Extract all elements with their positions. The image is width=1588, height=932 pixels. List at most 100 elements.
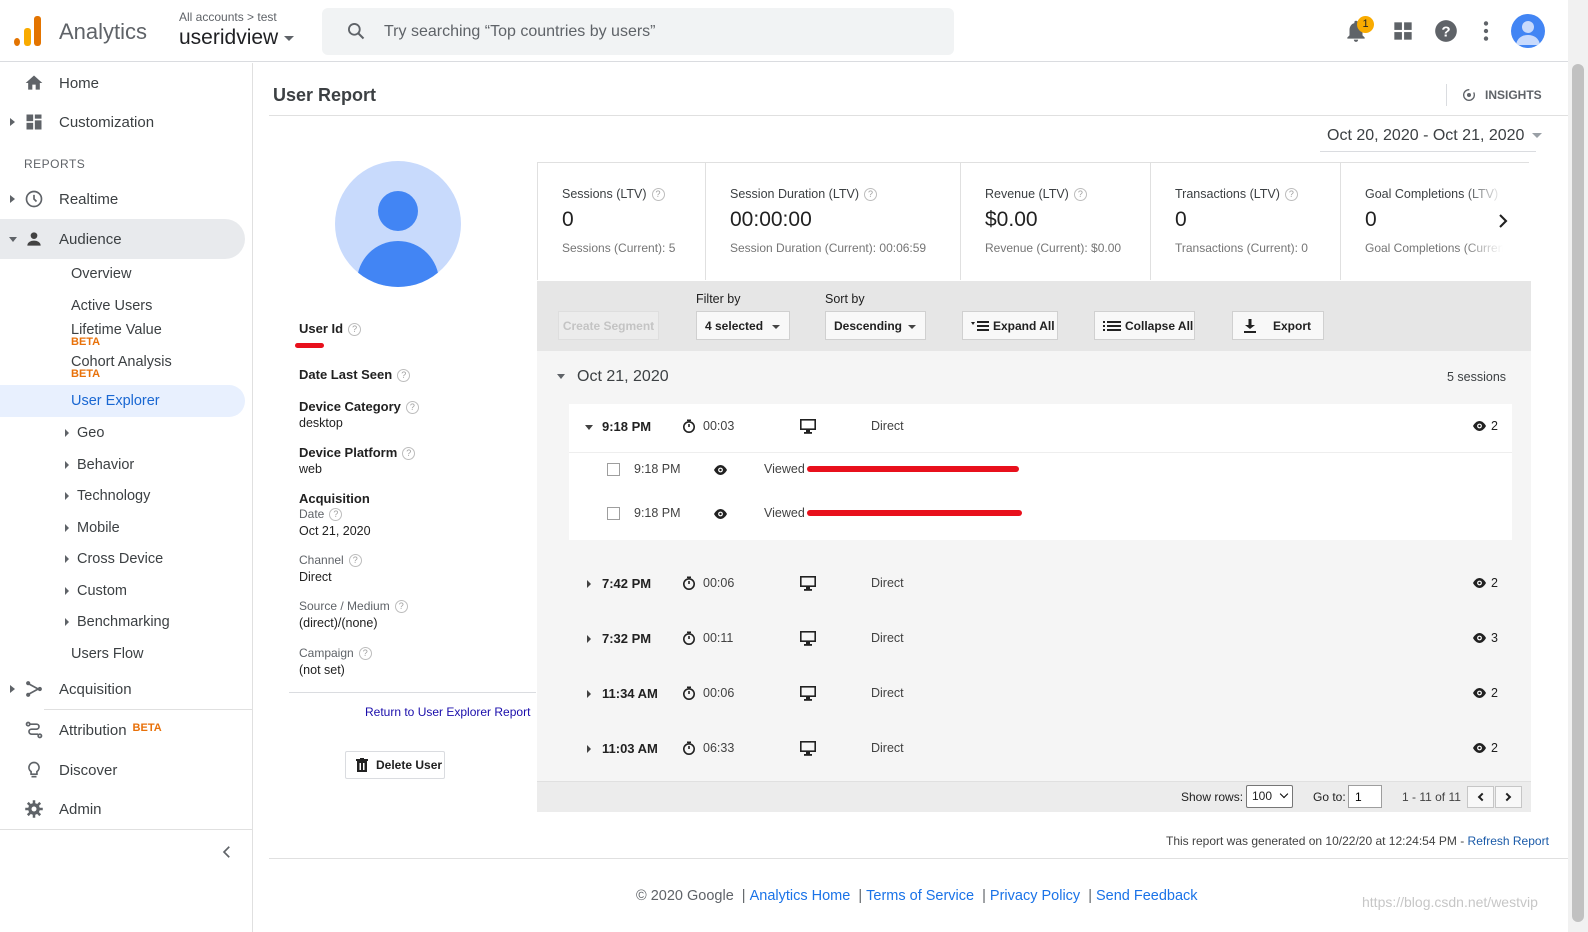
eye-icon bbox=[1473, 688, 1486, 698]
show-rows-select[interactable]: 100 bbox=[1246, 785, 1293, 808]
sidebar-item-realtime[interactable]: Realtime bbox=[0, 179, 245, 219]
search-input[interactable] bbox=[384, 8, 944, 55]
collapse-sidebar-chevron-icon[interactable] bbox=[218, 843, 236, 861]
help-question-icon[interactable]: ? bbox=[864, 188, 877, 202]
export-button[interactable]: Export bbox=[1232, 311, 1324, 340]
account-breadcrumb[interactable]: All accounts > test bbox=[179, 10, 277, 24]
analytics-home-link[interactable]: Analytics Home bbox=[750, 888, 851, 904]
sidebar-item-mobile[interactable]: Mobile bbox=[0, 520, 245, 544]
page-range-info: 1 - 11 of 11 bbox=[1402, 790, 1461, 804]
crumb-all-accounts[interactable]: All accounts bbox=[179, 10, 244, 24]
sidebar-item-lifetime-value[interactable]: Lifetime Value BETA bbox=[0, 322, 245, 352]
help-question-icon[interactable]: ? bbox=[397, 369, 411, 383]
sidebar-item-label: Geo bbox=[77, 425, 105, 441]
next-page-button[interactable] bbox=[1495, 786, 1522, 808]
eye-icon bbox=[1473, 421, 1486, 431]
sidebar-item-benchmarking[interactable]: Benchmarking bbox=[0, 614, 245, 638]
acquisition-date-value: Oct 21, 2020 bbox=[299, 524, 371, 538]
session-channel: Direct bbox=[871, 631, 904, 645]
page-scrollbar[interactable] bbox=[1568, 0, 1588, 932]
sidebar-item-user-explorer[interactable]: User Explorer bbox=[0, 385, 245, 417]
sidebar-item-customization[interactable]: Customization bbox=[0, 102, 245, 142]
date-group-header[interactable]: Oct 21, 2020 bbox=[557, 368, 669, 386]
help-question-icon[interactable]: ? bbox=[651, 188, 665, 202]
session-time: 7:32 PM bbox=[602, 631, 652, 646]
session-row[interactable]: 11:03 AM 06:33 Direct 2 bbox=[584, 727, 1512, 771]
sidebar-item-label: Active Users bbox=[71, 298, 153, 314]
download-icon bbox=[1244, 318, 1256, 333]
sidebar-item-admin[interactable]: Admin bbox=[0, 789, 245, 829]
beta-badge: BETA bbox=[71, 336, 101, 348]
privacy-policy-link[interactable]: Privacy Policy bbox=[990, 888, 1080, 904]
property-selector[interactable]: useridview bbox=[179, 26, 295, 50]
desktop-icon bbox=[800, 576, 816, 591]
chevron-right-icon bbox=[1502, 792, 1512, 802]
sidebar-item-audience[interactable]: Audience bbox=[0, 219, 245, 259]
sidebar-item-label: Acquisition bbox=[59, 680, 132, 698]
help-question-icon[interactable]: ? bbox=[329, 508, 343, 522]
delete-user-button[interactable]: Delete User bbox=[345, 751, 445, 779]
stopwatch-icon bbox=[683, 576, 695, 590]
hit-row[interactable]: 9:18 PM Viewed bbox=[607, 451, 1507, 491]
gear-icon bbox=[25, 800, 43, 818]
help-question-icon[interactable]: ? bbox=[405, 401, 419, 415]
hit-row[interactable]: 9:18 PM Viewed bbox=[607, 495, 1507, 535]
stopwatch-icon bbox=[683, 741, 695, 755]
sidebar-item-discover[interactable]: Discover bbox=[0, 750, 245, 790]
scrollbar-thumb[interactable] bbox=[1572, 64, 1584, 922]
help-question-icon[interactable]: ? bbox=[348, 323, 362, 337]
help-question-icon[interactable]: ? bbox=[348, 554, 362, 568]
help-question-icon[interactable]: ? bbox=[358, 647, 372, 661]
return-to-user-explorer-link[interactable]: Return to User Explorer Report bbox=[365, 705, 530, 719]
session-row[interactable]: 7:32 PM 00:11 Direct 3 bbox=[584, 617, 1512, 661]
sidebar-item-active-users[interactable]: Active Users bbox=[0, 298, 245, 322]
expand-arrow-icon bbox=[65, 492, 69, 500]
expand-all-button[interactable]: Expand All bbox=[962, 311, 1058, 340]
previous-page-button[interactable] bbox=[1467, 786, 1494, 808]
search-bar[interactable] bbox=[322, 8, 954, 55]
sidebar-item-home[interactable]: Home bbox=[0, 63, 245, 103]
refresh-report-link[interactable]: Refresh Report bbox=[1468, 834, 1549, 848]
hit-checkbox[interactable] bbox=[607, 463, 620, 476]
send-feedback-link[interactable]: Send Feedback bbox=[1096, 888, 1198, 904]
filter-by-select[interactable]: 4 selected bbox=[696, 311, 790, 340]
terms-of-service-link[interactable]: Terms of Service bbox=[866, 888, 974, 904]
metrics-next-chevron-icon[interactable] bbox=[1494, 212, 1512, 230]
insights-button[interactable]: INSIGHTS bbox=[1446, 84, 1542, 106]
sidebar-item-overview[interactable]: Overview bbox=[0, 266, 245, 290]
more-vert-icon[interactable] bbox=[1473, 18, 1499, 44]
sidebar-item-behavior[interactable]: Behavior bbox=[0, 457, 245, 481]
sort-by-select[interactable]: Descending bbox=[825, 311, 926, 340]
sidebar-item-technology[interactable]: Technology bbox=[0, 488, 245, 512]
sidebar-item-cross-device[interactable]: Cross Device bbox=[0, 551, 245, 575]
session-row[interactable]: 7:42 PM 00:06 Direct 2 bbox=[584, 562, 1512, 606]
sidebar-item-attribution[interactable]: Attribution BETA bbox=[0, 710, 245, 750]
eye-icon bbox=[1473, 743, 1486, 753]
goto-page-input[interactable] bbox=[1348, 785, 1382, 808]
date-range-underline bbox=[1320, 151, 1536, 152]
sidebar-item-label: Overview bbox=[71, 266, 132, 282]
crumb-account[interactable]: test bbox=[257, 10, 276, 24]
collapse-arrow-icon bbox=[9, 236, 17, 242]
create-segment-button[interactable]: Create Segment bbox=[558, 311, 659, 340]
sidebar-item-acquisition[interactable]: Acquisition bbox=[0, 669, 245, 709]
sidebar-item-custom[interactable]: Custom bbox=[0, 583, 245, 607]
session-row[interactable]: 9:18 PM 00:03 Direct 2 bbox=[584, 405, 1512, 449]
help-question-icon[interactable]: ? bbox=[1073, 188, 1087, 202]
analytics-logo[interactable] bbox=[14, 16, 42, 46]
help-question-icon[interactable]: ? bbox=[1284, 188, 1298, 202]
collapse-all-button[interactable]: Collapse All bbox=[1094, 311, 1195, 340]
apps-grid-icon[interactable] bbox=[1390, 18, 1416, 44]
date-range-picker[interactable]: Oct 20, 2020 - Oct 21, 2020 bbox=[1327, 127, 1543, 145]
sidebar-item-cohort-analysis[interactable]: Cohort Analysis BETA bbox=[0, 354, 245, 384]
stopwatch-icon bbox=[683, 631, 695, 645]
help-question-icon[interactable]: ? bbox=[402, 447, 416, 461]
sidebar-item-users-flow[interactable]: Users Flow bbox=[0, 646, 245, 670]
help-question-icon[interactable]: ? bbox=[394, 600, 408, 614]
help-icon[interactable]: ? bbox=[1433, 18, 1459, 44]
account-avatar[interactable] bbox=[1511, 14, 1545, 48]
session-row[interactable]: 11:34 AM 00:06 Direct 2 bbox=[584, 672, 1512, 716]
sidebar-item-geo[interactable]: Geo bbox=[0, 425, 245, 449]
hit-checkbox[interactable] bbox=[607, 507, 620, 520]
device-platform-value: web bbox=[299, 462, 322, 476]
